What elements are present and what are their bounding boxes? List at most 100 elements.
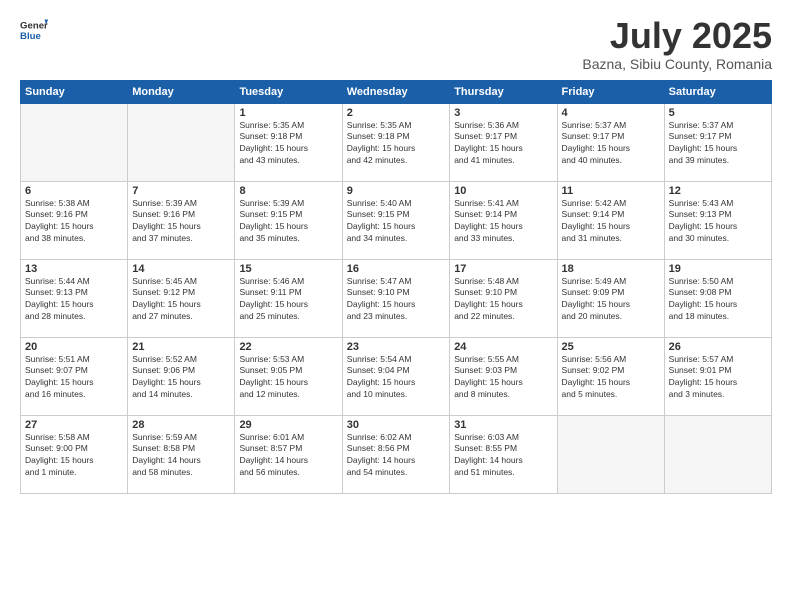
day-info: Sunrise: 5:42 AM Sunset: 9:14 PM Dayligh… [562,198,660,246]
day-info: Sunrise: 5:44 AM Sunset: 9:13 PM Dayligh… [25,276,123,324]
day-number: 29 [239,419,337,431]
day-number: 13 [25,263,123,275]
calendar-cell: 22Sunrise: 5:53 AM Sunset: 9:05 PM Dayli… [235,337,342,415]
day-info: Sunrise: 5:56 AM Sunset: 9:02 PM Dayligh… [562,354,660,402]
day-info: Sunrise: 5:39 AM Sunset: 9:16 PM Dayligh… [132,198,230,246]
day-number: 23 [347,341,445,353]
calendar-cell: 29Sunrise: 6:01 AM Sunset: 8:57 PM Dayli… [235,415,342,493]
day-info: Sunrise: 5:45 AM Sunset: 9:12 PM Dayligh… [132,276,230,324]
day-number: 19 [669,263,767,275]
day-info: Sunrise: 5:35 AM Sunset: 9:18 PM Dayligh… [347,120,445,168]
col-saturday: Saturday [664,80,771,103]
col-tuesday: Tuesday [235,80,342,103]
svg-text:Blue: Blue [20,31,41,42]
calendar-cell: 1Sunrise: 5:35 AM Sunset: 9:18 PM Daylig… [235,103,342,181]
main-title: July 2025 [582,16,772,56]
day-info: Sunrise: 5:37 AM Sunset: 9:17 PM Dayligh… [562,120,660,168]
day-number: 14 [132,263,230,275]
calendar-cell [128,103,235,181]
day-number: 7 [132,185,230,197]
calendar-cell: 10Sunrise: 5:41 AM Sunset: 9:14 PM Dayli… [450,181,557,259]
day-number: 24 [454,341,552,353]
day-info: Sunrise: 5:47 AM Sunset: 9:10 PM Dayligh… [347,276,445,324]
day-number: 27 [25,419,123,431]
calendar-cell [557,415,664,493]
calendar-cell: 8Sunrise: 5:39 AM Sunset: 9:15 PM Daylig… [235,181,342,259]
calendar-cell: 20Sunrise: 5:51 AM Sunset: 9:07 PM Dayli… [21,337,128,415]
day-number: 6 [25,185,123,197]
calendar-week-4: 27Sunrise: 5:58 AM Sunset: 9:00 PM Dayli… [21,415,772,493]
calendar-cell [664,415,771,493]
calendar-cell: 15Sunrise: 5:46 AM Sunset: 9:11 PM Dayli… [235,259,342,337]
calendar-cell: 17Sunrise: 5:48 AM Sunset: 9:10 PM Dayli… [450,259,557,337]
calendar-cell: 12Sunrise: 5:43 AM Sunset: 9:13 PM Dayli… [664,181,771,259]
calendar-header-row: Sunday Monday Tuesday Wednesday Thursday… [21,80,772,103]
calendar-cell: 4Sunrise: 5:37 AM Sunset: 9:17 PM Daylig… [557,103,664,181]
day-number: 16 [347,263,445,275]
day-info: Sunrise: 5:37 AM Sunset: 9:17 PM Dayligh… [669,120,767,168]
day-number: 18 [562,263,660,275]
day-info: Sunrise: 5:49 AM Sunset: 9:09 PM Dayligh… [562,276,660,324]
day-number: 11 [562,185,660,197]
calendar-week-0: 1Sunrise: 5:35 AM Sunset: 9:18 PM Daylig… [21,103,772,181]
day-info: Sunrise: 5:54 AM Sunset: 9:04 PM Dayligh… [347,354,445,402]
calendar-cell [21,103,128,181]
day-info: Sunrise: 5:40 AM Sunset: 9:15 PM Dayligh… [347,198,445,246]
day-info: Sunrise: 6:01 AM Sunset: 8:57 PM Dayligh… [239,432,337,480]
subtitle: Bazna, Sibiu County, Romania [582,56,772,72]
day-info: Sunrise: 5:46 AM Sunset: 9:11 PM Dayligh… [239,276,337,324]
day-number: 17 [454,263,552,275]
day-number: 20 [25,341,123,353]
calendar: Sunday Monday Tuesday Wednesday Thursday… [20,80,772,494]
calendar-cell: 26Sunrise: 5:57 AM Sunset: 9:01 PM Dayli… [664,337,771,415]
day-info: Sunrise: 5:59 AM Sunset: 8:58 PM Dayligh… [132,432,230,480]
col-wednesday: Wednesday [342,80,449,103]
col-friday: Friday [557,80,664,103]
day-number: 12 [669,185,767,197]
day-info: Sunrise: 5:38 AM Sunset: 9:16 PM Dayligh… [25,198,123,246]
col-thursday: Thursday [450,80,557,103]
day-info: Sunrise: 5:43 AM Sunset: 9:13 PM Dayligh… [669,198,767,246]
calendar-cell: 11Sunrise: 5:42 AM Sunset: 9:14 PM Dayli… [557,181,664,259]
day-number: 5 [669,107,767,119]
day-number: 3 [454,107,552,119]
day-number: 1 [239,107,337,119]
calendar-cell: 24Sunrise: 5:55 AM Sunset: 9:03 PM Dayli… [450,337,557,415]
calendar-cell: 27Sunrise: 5:58 AM Sunset: 9:00 PM Dayli… [21,415,128,493]
calendar-cell: 18Sunrise: 5:49 AM Sunset: 9:09 PM Dayli… [557,259,664,337]
day-info: Sunrise: 6:02 AM Sunset: 8:56 PM Dayligh… [347,432,445,480]
day-number: 15 [239,263,337,275]
page: General Blue July 2025 Bazna, Sibiu Coun… [0,0,792,612]
logo: General Blue [20,16,48,44]
calendar-cell: 25Sunrise: 5:56 AM Sunset: 9:02 PM Dayli… [557,337,664,415]
calendar-cell: 30Sunrise: 6:02 AM Sunset: 8:56 PM Dayli… [342,415,449,493]
calendar-cell: 23Sunrise: 5:54 AM Sunset: 9:04 PM Dayli… [342,337,449,415]
day-number: 28 [132,419,230,431]
calendar-cell: 13Sunrise: 5:44 AM Sunset: 9:13 PM Dayli… [21,259,128,337]
logo-icon: General Blue [20,16,48,44]
day-number: 4 [562,107,660,119]
day-number: 30 [347,419,445,431]
calendar-cell: 16Sunrise: 5:47 AM Sunset: 9:10 PM Dayli… [342,259,449,337]
header: General Blue July 2025 Bazna, Sibiu Coun… [20,16,772,72]
col-monday: Monday [128,80,235,103]
calendar-cell: 9Sunrise: 5:40 AM Sunset: 9:15 PM Daylig… [342,181,449,259]
day-info: Sunrise: 5:36 AM Sunset: 9:17 PM Dayligh… [454,120,552,168]
calendar-cell: 6Sunrise: 5:38 AM Sunset: 9:16 PM Daylig… [21,181,128,259]
calendar-cell: 19Sunrise: 5:50 AM Sunset: 9:08 PM Dayli… [664,259,771,337]
day-info: Sunrise: 5:58 AM Sunset: 9:00 PM Dayligh… [25,432,123,480]
day-number: 31 [454,419,552,431]
day-info: Sunrise: 5:52 AM Sunset: 9:06 PM Dayligh… [132,354,230,402]
day-number: 9 [347,185,445,197]
day-info: Sunrise: 5:55 AM Sunset: 9:03 PM Dayligh… [454,354,552,402]
day-number: 2 [347,107,445,119]
day-number: 25 [562,341,660,353]
day-info: Sunrise: 5:48 AM Sunset: 9:10 PM Dayligh… [454,276,552,324]
day-info: Sunrise: 6:03 AM Sunset: 8:55 PM Dayligh… [454,432,552,480]
calendar-cell: 7Sunrise: 5:39 AM Sunset: 9:16 PM Daylig… [128,181,235,259]
calendar-week-2: 13Sunrise: 5:44 AM Sunset: 9:13 PM Dayli… [21,259,772,337]
day-info: Sunrise: 5:51 AM Sunset: 9:07 PM Dayligh… [25,354,123,402]
calendar-cell: 31Sunrise: 6:03 AM Sunset: 8:55 PM Dayli… [450,415,557,493]
day-info: Sunrise: 5:35 AM Sunset: 9:18 PM Dayligh… [239,120,337,168]
day-number: 21 [132,341,230,353]
